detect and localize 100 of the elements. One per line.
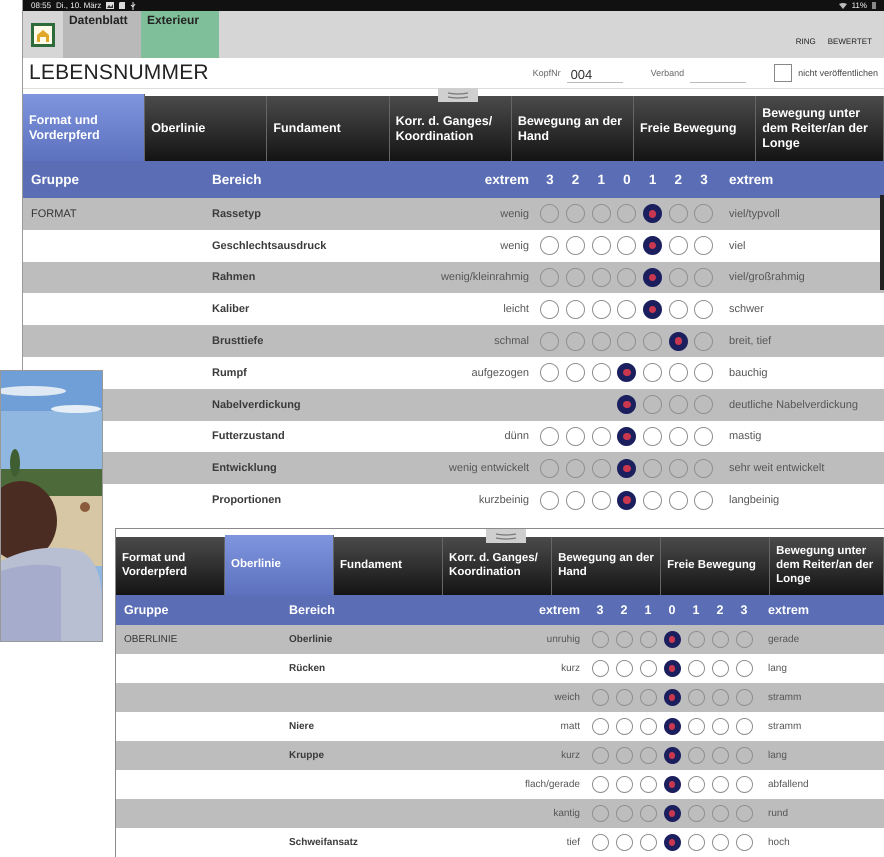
radio-button[interactable] (566, 300, 586, 319)
radio-button[interactable] (640, 747, 656, 764)
radio-button[interactable] (712, 776, 728, 793)
radio-button[interactable] (668, 268, 688, 287)
radio-button[interactable] (617, 268, 636, 287)
tab[interactable]: Fundament (267, 96, 390, 161)
radio-button[interactable] (616, 834, 632, 851)
radio-button[interactable] (566, 426, 586, 446)
radio-button[interactable] (566, 363, 586, 382)
radio-button[interactable] (688, 747, 704, 764)
radio-button[interactable] (617, 236, 636, 256)
radio-button[interactable] (668, 332, 688, 351)
tab[interactable]: Oberlinie (145, 96, 268, 161)
radio-button[interactable] (643, 236, 662, 256)
radio-button[interactable] (540, 426, 560, 446)
radio-button[interactable] (643, 395, 662, 414)
radio-button[interactable] (664, 834, 680, 851)
radio-button[interactable] (694, 300, 714, 319)
radio-button[interactable] (616, 631, 632, 648)
tab[interactable]: Oberlinie (225, 535, 334, 595)
radio-button[interactable] (617, 458, 636, 478)
radio-button[interactable] (617, 204, 636, 224)
radio-button[interactable] (694, 426, 714, 446)
tab[interactable]: Bewegung an der Hand (552, 537, 662, 595)
radio-button[interactable] (540, 204, 560, 224)
radio-button[interactable] (643, 204, 662, 224)
tab[interactable]: Format und Vorderpferd (116, 537, 226, 595)
radio-button[interactable] (616, 805, 632, 822)
radio-button[interactable] (592, 426, 611, 446)
radio-button[interactable] (664, 805, 680, 822)
radio-button[interactable] (688, 805, 704, 822)
radio-button[interactable] (617, 300, 636, 319)
radio-button[interactable] (616, 660, 632, 677)
radio-button[interactable] (643, 426, 662, 446)
radio-button[interactable] (712, 689, 728, 706)
radio-button[interactable] (540, 458, 560, 478)
radio-button[interactable] (736, 805, 752, 822)
radio-button[interactable] (640, 805, 656, 822)
radio-button[interactable] (712, 834, 728, 851)
radio-button[interactable] (712, 631, 728, 648)
radio-button[interactable] (616, 747, 632, 764)
radio-button[interactable] (643, 490, 662, 510)
radio-button[interactable] (592, 490, 611, 510)
radio-button[interactable] (688, 718, 704, 735)
radio-button[interactable] (616, 718, 632, 735)
radio-button[interactable] (592, 332, 611, 351)
radio-button[interactable] (668, 395, 688, 414)
radio-button[interactable] (736, 776, 752, 793)
radio-button[interactable] (640, 631, 656, 648)
radio-button[interactable] (643, 268, 662, 287)
radio-button[interactable] (592, 300, 611, 319)
radio-button[interactable] (592, 776, 608, 793)
radio-button[interactable] (617, 395, 636, 414)
radio-button[interactable] (736, 747, 752, 764)
radio-button[interactable] (688, 631, 704, 648)
radio-button[interactable] (694, 204, 714, 224)
radio-button[interactable] (566, 332, 586, 351)
radio-button[interactable] (540, 490, 560, 510)
radio-button[interactable] (640, 718, 656, 735)
radio-button[interactable] (592, 631, 608, 648)
radio-button[interactable] (688, 834, 704, 851)
radio-button[interactable] (540, 268, 560, 287)
radio-button[interactable] (592, 834, 608, 851)
tab[interactable]: Freie Bewegung (634, 96, 756, 161)
tab[interactable]: Bewegung unter dem Reiter/an der Longe (756, 96, 884, 161)
radio-button[interactable] (712, 805, 728, 822)
radio-button[interactable] (736, 718, 752, 735)
radio-button[interactable] (592, 458, 611, 478)
radio-button[interactable] (640, 776, 656, 793)
nav-tab[interactable]: Exterieur (141, 11, 219, 58)
radio-button[interactable] (592, 660, 608, 677)
radio-button[interactable] (617, 332, 636, 351)
tab[interactable]: Bewegung an der Hand (512, 96, 634, 161)
action-button[interactable]: RING (796, 37, 816, 46)
radio-button[interactable] (694, 490, 714, 510)
radio-button[interactable] (566, 458, 586, 478)
radio-button[interactable] (736, 834, 752, 851)
radio-button[interactable] (694, 395, 714, 414)
radio-button[interactable] (640, 834, 656, 851)
tab[interactable]: Freie Bewegung (661, 537, 770, 595)
radio-button[interactable] (592, 689, 608, 706)
radio-button[interactable] (688, 689, 704, 706)
radio-button[interactable] (643, 458, 662, 478)
radio-button[interactable] (616, 776, 632, 793)
drag-handle-icon[interactable] (486, 529, 526, 543)
radio-button[interactable] (640, 660, 656, 677)
radio-button[interactable] (566, 204, 586, 224)
radio-button[interactable] (643, 300, 662, 319)
radio-button[interactable] (566, 268, 586, 287)
radio-button[interactable] (664, 747, 680, 764)
radio-button[interactable] (592, 805, 608, 822)
scrollbar[interactable] (880, 195, 884, 290)
radio-button[interactable] (736, 660, 752, 677)
radio-button[interactable] (664, 660, 680, 677)
radio-button[interactable] (664, 631, 680, 648)
radio-button[interactable] (540, 363, 560, 382)
radio-button[interactable] (668, 458, 688, 478)
radio-button[interactable] (712, 660, 728, 677)
radio-button[interactable] (668, 363, 688, 382)
radio-button[interactable] (694, 458, 714, 478)
